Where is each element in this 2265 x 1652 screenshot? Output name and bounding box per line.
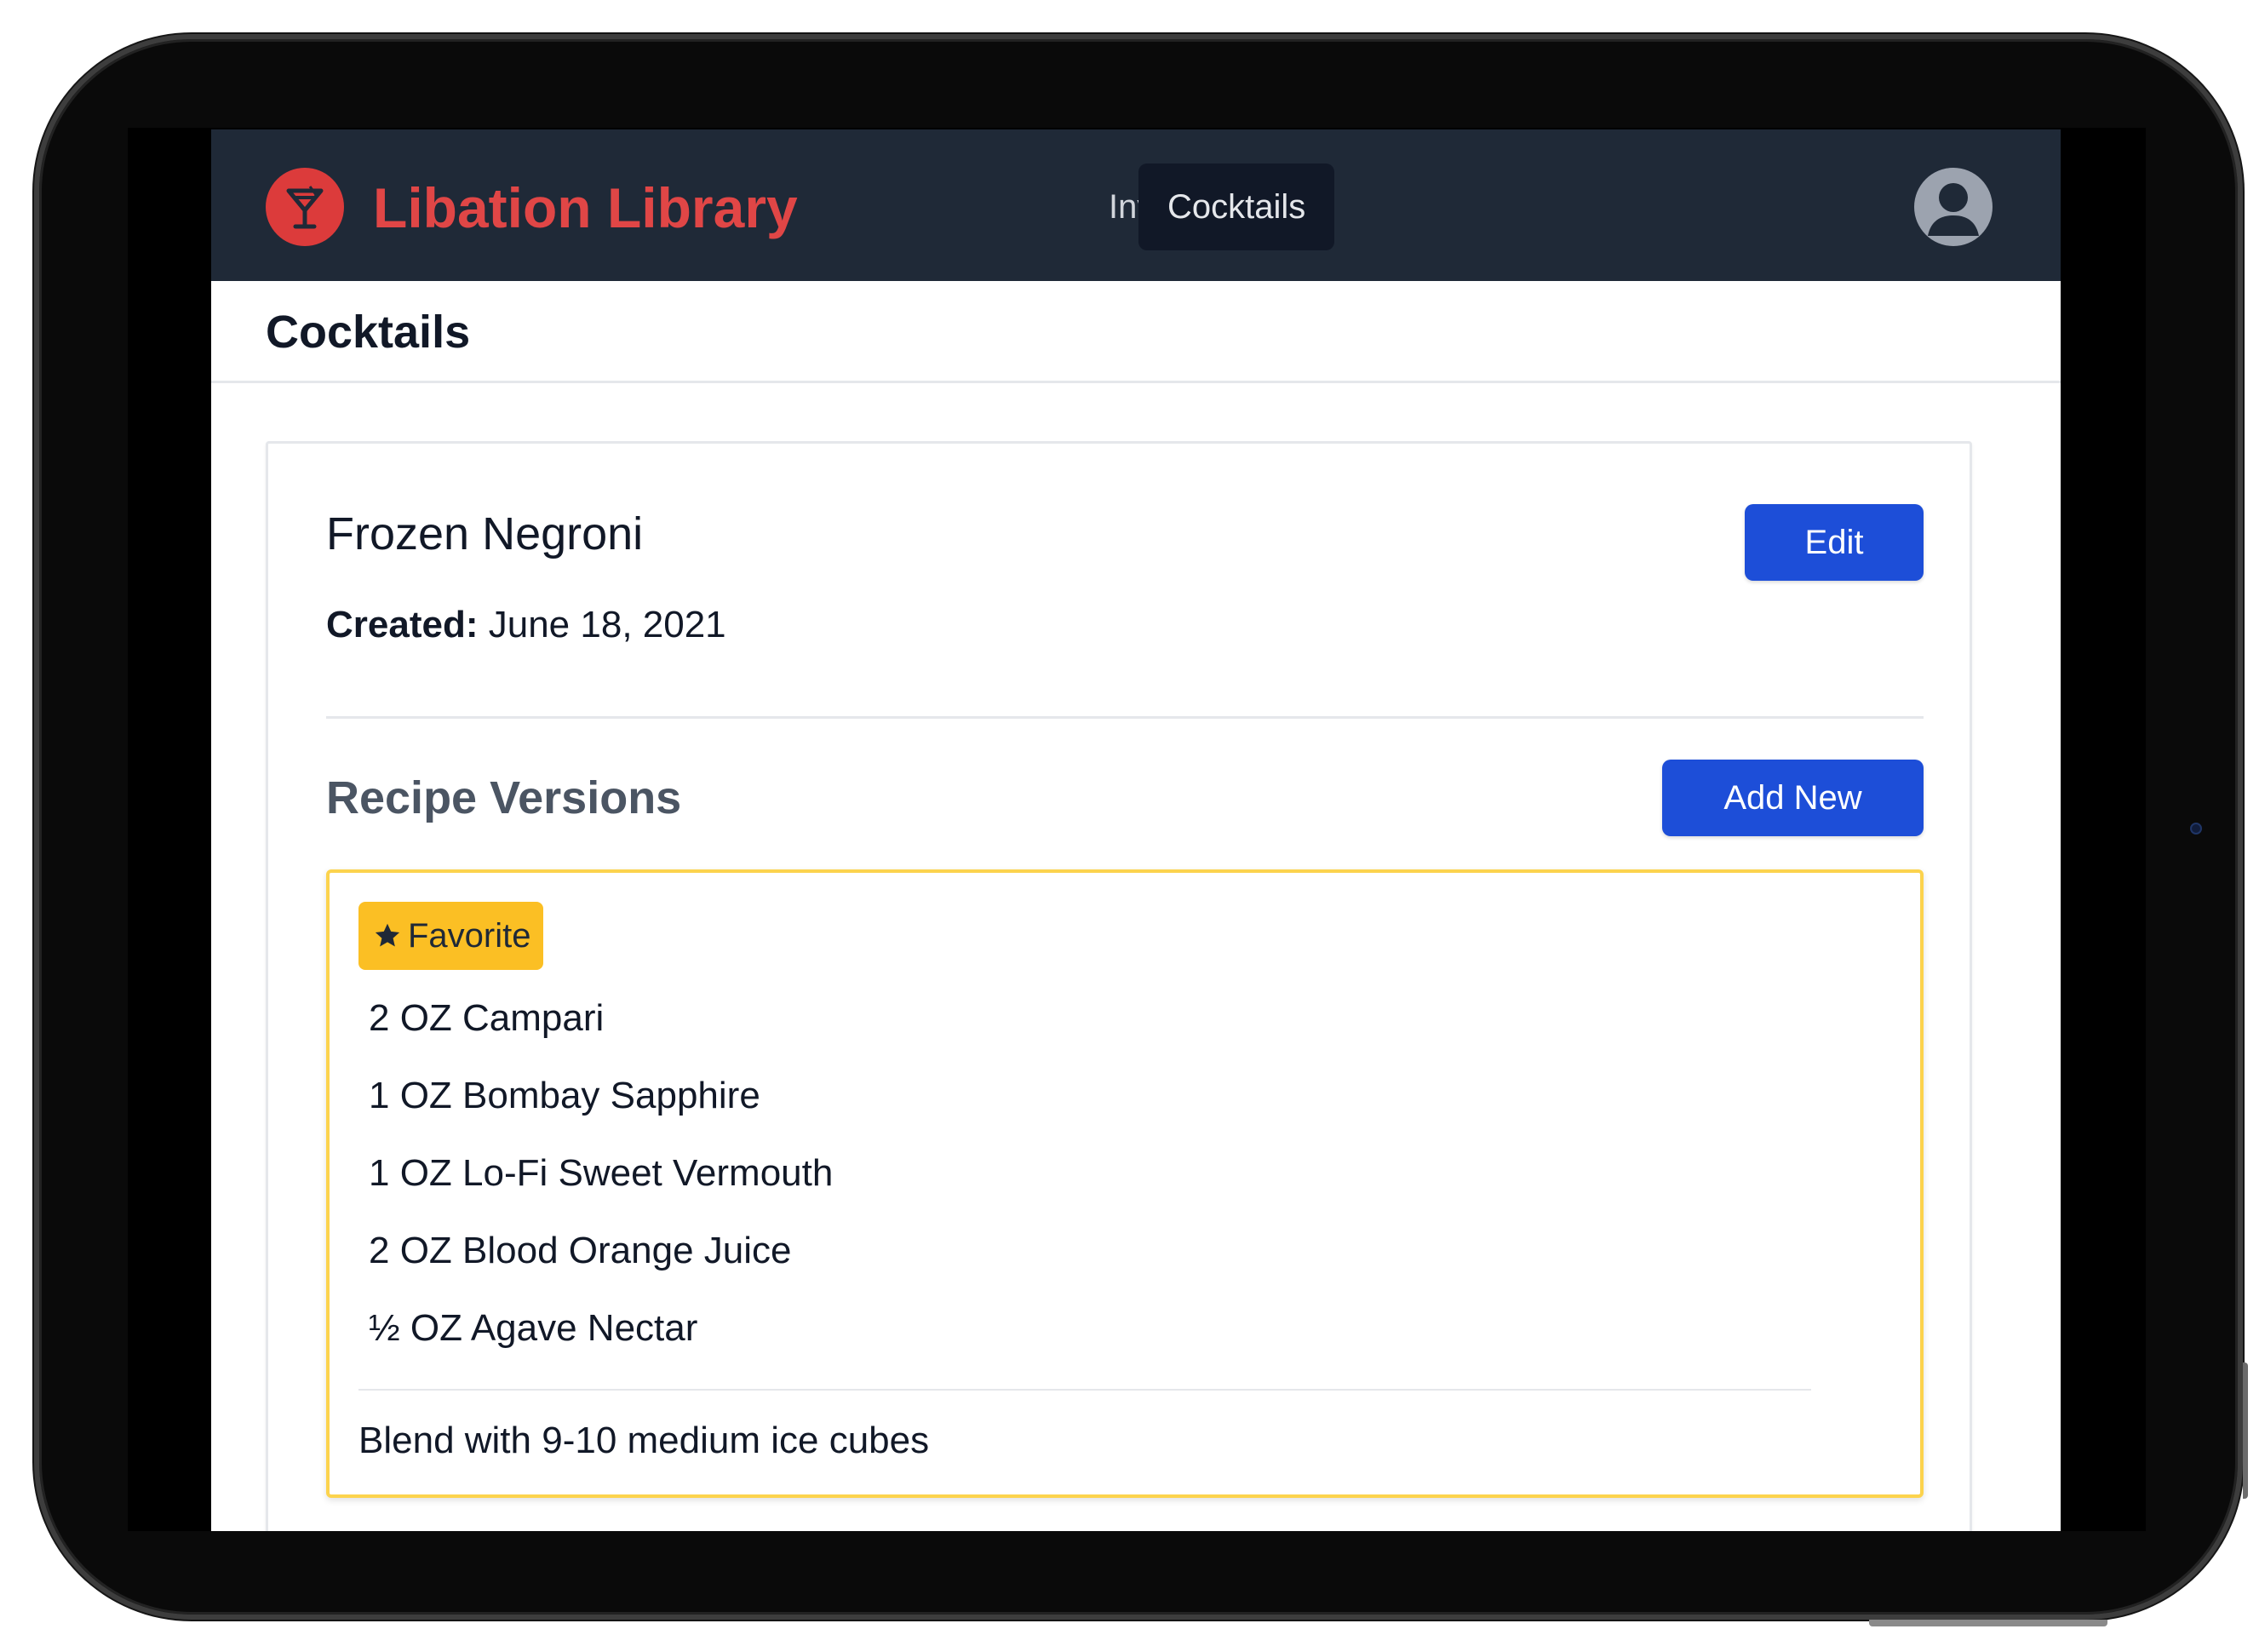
nav-item-cocktails[interactable]: Cocktails: [1138, 163, 1335, 250]
ingredient-list: 2 OZ Campari 1 OZ Bombay Sapphire 1 OZ L…: [369, 995, 833, 1383]
cocktail-card: Frozen Negroni Created: June 18, 2021 Ed…: [266, 441, 1972, 1531]
ingredient-item: 1 OZ Bombay Sapphire: [369, 1075, 760, 1116]
ingredient-item: 2 OZ Blood Orange Juice: [369, 1230, 792, 1271]
ingredient-item: 2 OZ Campari: [369, 997, 605, 1039]
recipe-version-card[interactable]: Favorite 2 OZ Campari 1 OZ Bombay Sapphi…: [326, 869, 1924, 1498]
app-title[interactable]: Libation Library: [373, 174, 798, 242]
created-info: Created: June 18, 2021: [326, 602, 726, 648]
app-window: Libation Library Inventory Cocktails Coc…: [211, 129, 2061, 1531]
ingredient-item: ½ OZ Agave Nectar: [369, 1307, 698, 1349]
divider: [358, 1389, 1811, 1391]
tablet-screen: Libation Library Inventory Cocktails Coc…: [128, 128, 2146, 1531]
navbar: Libation Library Inventory Cocktails: [211, 129, 2061, 281]
divider: [326, 716, 1924, 719]
star-icon: [375, 923, 400, 947]
recipe-notes: Blend with 9-10 medium ice cubes: [358, 1420, 930, 1461]
edit-button[interactable]: Edit: [1745, 504, 1924, 581]
user-avatar-icon[interactable]: [1914, 168, 1993, 246]
cocktail-glass-icon[interactable]: [266, 168, 344, 246]
recipe-versions-heading: Recipe Versions: [326, 772, 682, 823]
page-title: Cocktails: [266, 307, 471, 358]
tablet-camera: [2190, 823, 2202, 835]
tablet-volume-button: [1980, 1620, 2107, 1626]
favorite-badge[interactable]: Favorite: [358, 902, 543, 970]
page-header: Cocktails: [211, 281, 2061, 383]
cocktail-name: Frozen Negroni: [326, 508, 644, 559]
favorite-label: Favorite: [408, 917, 531, 955]
created-label: Created:: [326, 604, 479, 645]
tablet-side-button: [2243, 1362, 2248, 1499]
tablet-volume-button: [1869, 1620, 1997, 1626]
add-new-version-button[interactable]: Add New: [1662, 760, 1924, 836]
ingredient-item: 1 OZ Lo-Fi Sweet Vermouth: [369, 1152, 834, 1194]
created-date: June 18, 2021: [488, 604, 726, 645]
